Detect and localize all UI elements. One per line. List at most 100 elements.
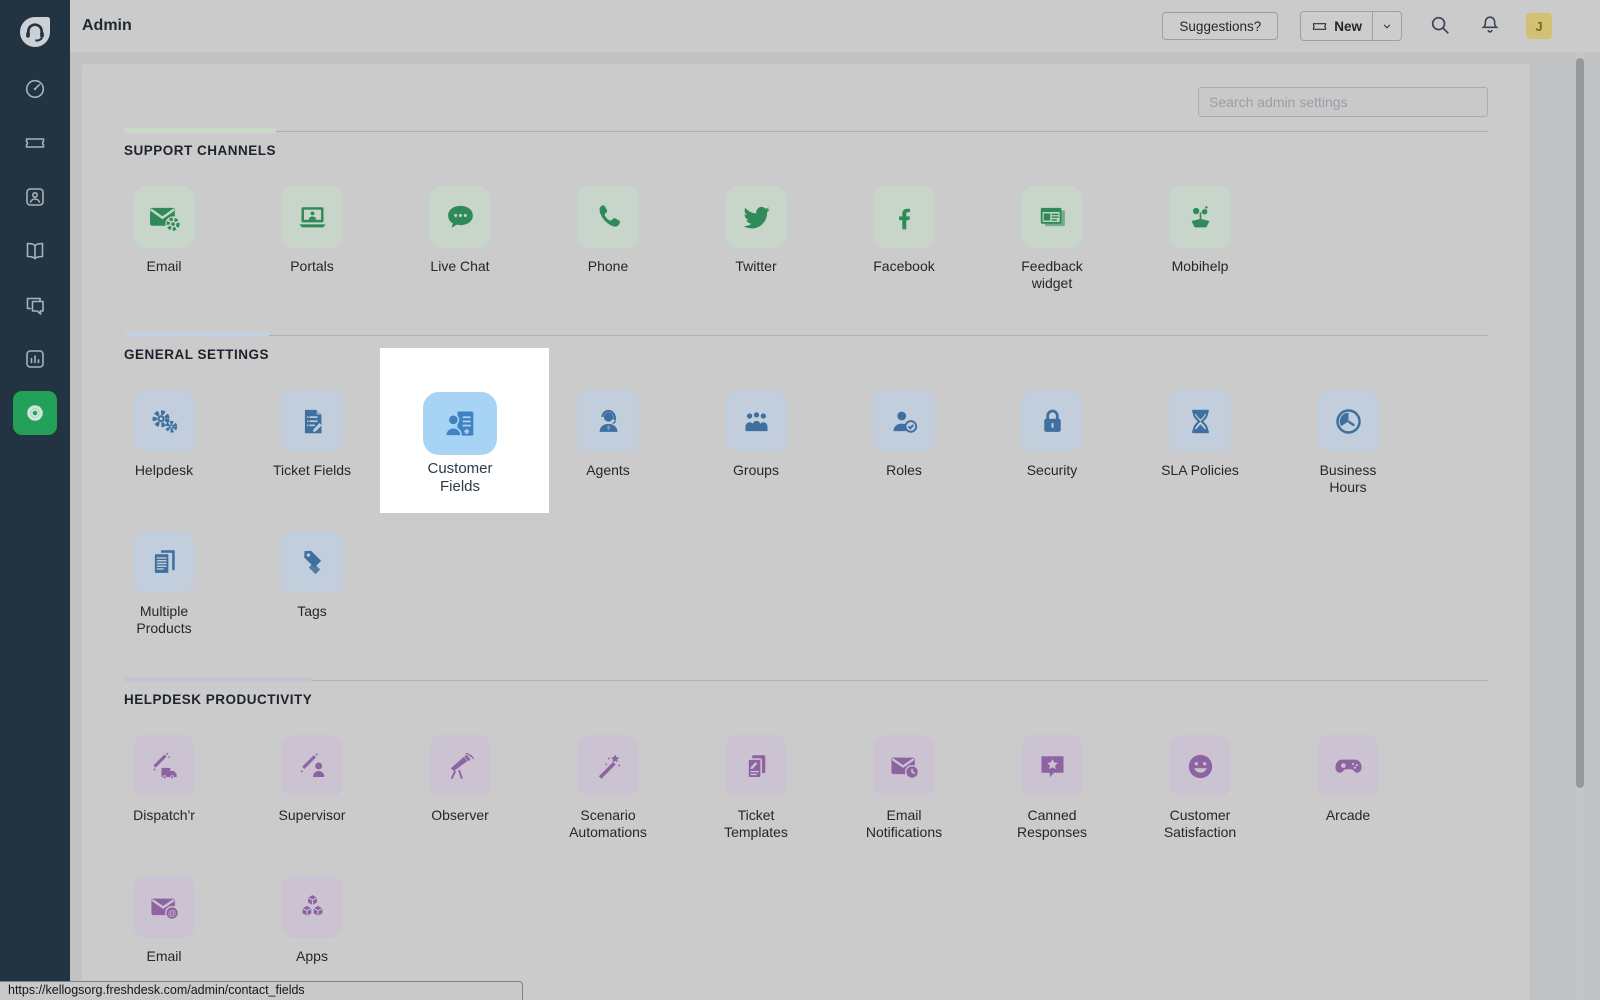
tile-supervisor[interactable]: Supervisor	[238, 735, 386, 841]
tile-label: Email	[146, 948, 182, 964]
tile-email-notifications[interactable]: Email Notifications	[830, 735, 978, 841]
tile-helpdesk[interactable]: Helpdesk	[90, 390, 238, 496]
tile-email[interactable]: Email	[90, 186, 238, 292]
section-helpdesk-productivity: HELPDESK PRODUCTIVITY Dispatch'r Supervi…	[124, 677, 1488, 1000]
customer-fields-icon	[444, 411, 474, 437]
tile-dispatch-r[interactable]: Dispatch'r	[90, 735, 238, 841]
tile-multiple-products[interactable]: Multiple Products	[90, 531, 238, 637]
tile-label: Portals	[290, 258, 334, 274]
dispatchr-wand-truck-icon	[153, 752, 177, 779]
tile-tags[interactable]: Tags	[238, 531, 386, 637]
admin-sections: SUPPORT CHANNELS Email Portals Live Chat…	[124, 128, 1488, 1000]
tile-business-hours[interactable]: Business Hours	[1274, 390, 1422, 496]
tile-security[interactable]: Security	[978, 390, 1126, 496]
tile-label: Helpdesk	[134, 462, 194, 478]
tile-observer[interactable]: Observer	[386, 735, 534, 841]
multiple-products-icon	[154, 549, 175, 573]
feedback-widget-icon	[1040, 207, 1065, 226]
tile-agents[interactable]: Agents	[534, 390, 682, 496]
section-title: GENERAL SETTINGS	[124, 332, 270, 362]
sidebar-item-contacts[interactable]	[13, 175, 57, 219]
tile-apps[interactable]: Apps	[238, 876, 386, 982]
tile-label: Twitter	[735, 258, 777, 274]
new-dropdown-toggle[interactable]	[1372, 12, 1401, 40]
tile-groups[interactable]: Groups	[682, 390, 830, 496]
tile-label: Canned Responses	[1016, 807, 1088, 840]
admin-page: SUPPORT CHANNELS Email Portals Live Chat…	[70, 52, 1600, 1000]
admin-settings-card: SUPPORT CHANNELS Email Portals Live Chat…	[82, 64, 1530, 1000]
business-hours-clock-icon	[1335, 408, 1361, 434]
scrollbar-thumb[interactable]	[1576, 58, 1584, 788]
sidebar-item-ticket[interactable]	[13, 121, 57, 165]
roles-icon	[893, 411, 917, 433]
tile-customer-satisfaction[interactable]: Customer Satisfaction	[1126, 735, 1274, 841]
security-lock-icon	[1043, 409, 1061, 432]
topbar-actions: Suggestions? New J	[1162, 11, 1552, 41]
tile-arcade[interactable]: Arcade	[1274, 735, 1422, 841]
sidebar-item-solutions-book[interactable]	[13, 229, 57, 273]
tile-customer-fields[interactable]: Customer Fields	[380, 348, 549, 513]
tile-label: Tags	[297, 603, 327, 619]
tile-feedback-widget[interactable]: Feedback widget	[978, 186, 1126, 292]
new-button-label: New	[1334, 18, 1362, 34]
ticket-templates-icon	[746, 754, 765, 779]
suggestions-button[interactable]: Suggestions?	[1162, 12, 1279, 40]
tile-roles[interactable]: Roles	[830, 390, 978, 496]
tile-email[interactable]: @ Email	[90, 876, 238, 982]
svg-text:@: @	[167, 908, 175, 917]
topbar: Admin Suggestions? New J	[70, 0, 1600, 52]
sidebar-item-forums-chat[interactable]	[13, 283, 57, 327]
new-button[interactable]: New	[1300, 11, 1402, 41]
tile-sla-policies[interactable]: SLA Policies	[1126, 390, 1274, 496]
tile-twitter[interactable]: Twitter	[682, 186, 830, 292]
bell-icon[interactable]	[1478, 14, 1502, 38]
sidebar-item-settings-gear[interactable]	[13, 391, 57, 435]
tile-scenario-automations[interactable]: Scenario Automations	[534, 735, 682, 841]
section-general-settings: GENERAL SETTINGS Helpdesk Ticket Fields …	[124, 332, 1488, 672]
tags-icon	[303, 550, 321, 574]
search-admin-settings-input[interactable]	[1198, 87, 1488, 117]
observer-telescope-icon	[450, 752, 474, 779]
tile-ticket-templates[interactable]: Ticket Templates	[682, 735, 830, 841]
tile-label: Ticket Templates	[724, 807, 788, 840]
tile-label: Supervisor	[278, 807, 346, 823]
freshdesk-headset-logo[interactable]	[15, 12, 55, 52]
section-support-channels: SUPPORT CHANNELS Email Portals Live Chat…	[124, 128, 1488, 327]
tile-label: Groups	[733, 462, 779, 478]
arcade-gamepad-icon	[1334, 759, 1362, 773]
section-items: Dispatch'r Supervisor Observer Scenario …	[90, 735, 1464, 1000]
tile-ticket-fields[interactable]: Ticket Fields	[238, 390, 386, 496]
reports-icon	[26, 350, 44, 368]
sidebar-item-gauge[interactable]	[13, 67, 57, 111]
tile-portals[interactable]: Portals	[238, 186, 386, 292]
tile-label: Phone	[587, 258, 629, 274]
twitter-icon	[742, 206, 770, 228]
tile-label: Email	[146, 258, 182, 274]
forums-chat-icon	[26, 297, 44, 315]
tile-label: Email Notifications	[865, 807, 943, 840]
tile-mobihelp[interactable]: Mobihelp	[1126, 186, 1274, 292]
tile-phone[interactable]: Phone	[534, 186, 682, 292]
tile-label: Facebook	[873, 258, 935, 274]
avatar[interactable]: J	[1526, 13, 1552, 39]
sla-hourglass-icon	[1191, 409, 1209, 433]
email-notifications-icon	[890, 757, 919, 779]
supervisor-wand-person-icon	[300, 752, 324, 777]
ticket-icon	[25, 138, 45, 148]
canned-responses-icon	[1041, 755, 1063, 777]
status-url-bar: https://kellogsorg.freshdesk.com/admin/c…	[0, 981, 523, 1000]
ticket-fields-icon	[304, 409, 322, 433]
tile-label: Roles	[886, 462, 922, 478]
tile-label: Business Hours	[1319, 462, 1377, 495]
tile-label: Live Chat	[430, 258, 490, 274]
search-icon[interactable]	[1428, 14, 1452, 38]
satisfaction-smiley-icon	[1188, 754, 1212, 778]
tile-canned-responses[interactable]: Canned Responses	[978, 735, 1126, 841]
sidebar-nav	[13, 67, 57, 435]
tile-label: Customer Fields	[427, 460, 493, 495]
portals-icon	[298, 206, 326, 227]
tile-facebook[interactable]: Facebook	[830, 186, 978, 292]
sidebar-item-reports[interactable]	[13, 337, 57, 381]
tile-live-chat[interactable]: Live Chat	[386, 186, 534, 292]
section-items: Email Portals Live Chat Phone Twitter Fa…	[90, 186, 1464, 327]
